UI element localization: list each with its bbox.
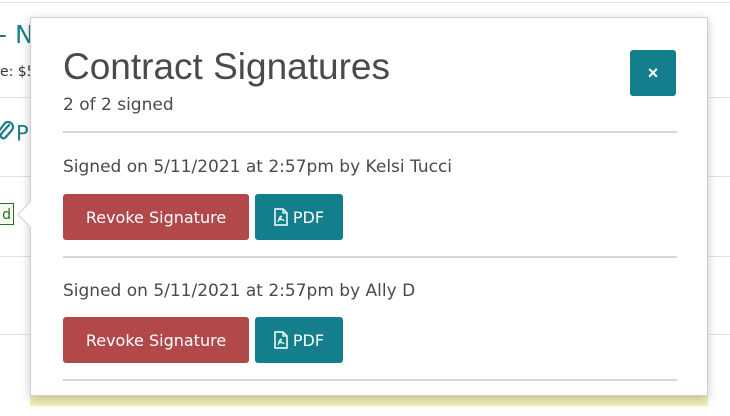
pdf-file-icon <box>274 331 288 349</box>
background-status-tag: d <box>0 203 14 225</box>
pdf-label: PDF <box>292 330 325 350</box>
background-divider <box>0 2 730 3</box>
signed-count: 2 of 2 signed <box>63 95 174 115</box>
header-divider <box>63 131 677 133</box>
popover-title: Contract Signatures <box>63 46 391 87</box>
close-icon: × <box>647 62 659 83</box>
signature-divider <box>63 256 677 258</box>
background-title[interactable]: - N <box>0 20 34 49</box>
close-button[interactable]: × <box>630 50 676 96</box>
page: - N e: $5 P d Contract Signatures 2 of 2… <box>0 0 730 416</box>
popover-arrow <box>17 201 44 228</box>
signature-divider <box>63 379 677 381</box>
signature-text: Signed on 5/11/2021 at 2:57pm by Ally D <box>63 281 416 301</box>
revoke-signature-label: Revoke Signature <box>85 330 227 350</box>
revoke-signature-button[interactable]: Revoke Signature <box>63 194 249 240</box>
contract-signatures-popover: Contract Signatures 2 of 2 signed × Sign… <box>17 17 708 396</box>
pdf-file-icon <box>274 208 288 226</box>
pdf-button[interactable]: PDF <box>255 317 343 363</box>
background-attachment-label: P <box>16 121 29 146</box>
background-attachment-link[interactable]: P <box>0 120 29 149</box>
pdf-label: PDF <box>292 207 325 227</box>
signature-text: Signed on 5/11/2021 at 2:57pm by Kelsi T… <box>63 157 453 177</box>
revoke-signature-label: Revoke Signature <box>85 207 227 227</box>
paperclip-icon <box>0 120 16 149</box>
revoke-signature-button[interactable]: Revoke Signature <box>63 317 249 363</box>
pdf-button[interactable]: PDF <box>255 194 343 240</box>
